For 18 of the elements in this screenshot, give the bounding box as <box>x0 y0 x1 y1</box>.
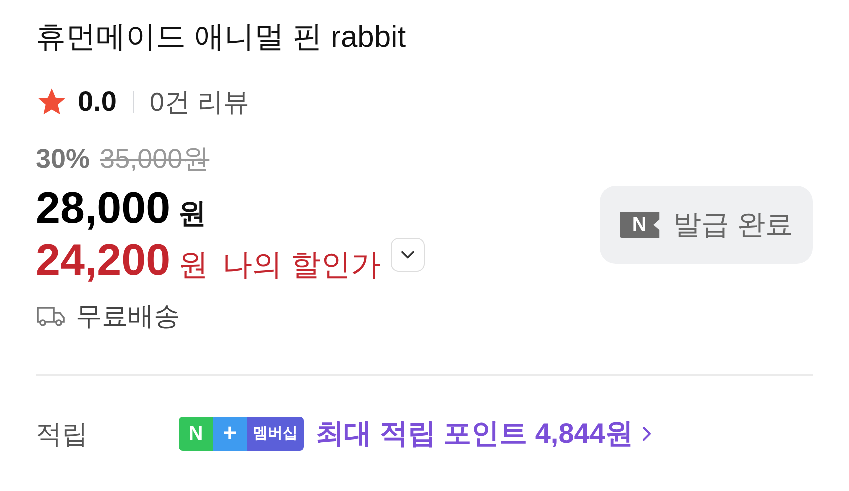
points-label: 적립 <box>36 418 89 450</box>
coupon-button[interactable]: N 발급 완료 <box>600 186 813 264</box>
rating-score: 0.0 <box>78 85 117 119</box>
price-unit: 원 <box>178 248 209 284</box>
review-count[interactable]: 0건 리뷰 <box>150 82 250 122</box>
price-unit: 원 <box>178 197 207 231</box>
membership-badge: N + 멤버십 <box>179 417 304 451</box>
truck-icon <box>36 304 66 328</box>
my-price: 24,200 <box>36 235 171 287</box>
coupon-mark: N <box>620 212 660 238</box>
discount-rate: 30% <box>36 142 90 176</box>
sale-price: 28,000 <box>36 183 171 235</box>
points-link[interactable]: 최대 적립 포인트 4,844원 <box>316 413 660 455</box>
expand-button[interactable] <box>390 238 425 272</box>
my-price-label: 나의 할인가 <box>222 248 381 284</box>
original-price: 35,000원 <box>100 142 210 176</box>
product-title: 휴먼메이드 애니멀 핀 rabbit <box>36 20 408 56</box>
shipping-label: 무료배송 <box>76 300 180 332</box>
